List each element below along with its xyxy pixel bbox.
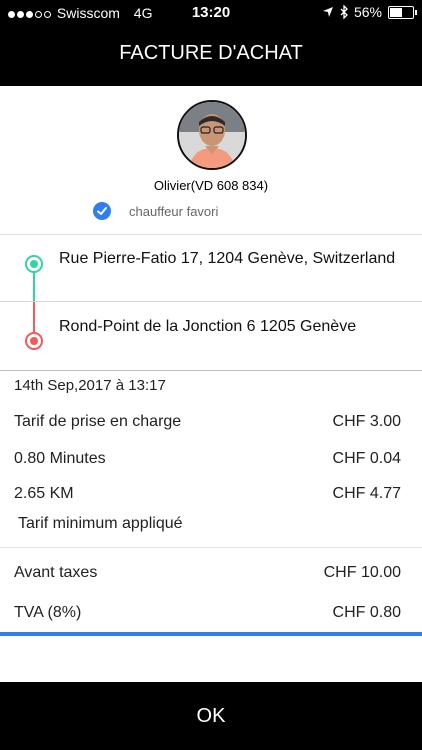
trip-datetime: 14th Sep,2017 à 13:17 xyxy=(14,377,166,394)
pickup-marker-icon xyxy=(25,255,43,273)
ok-label: OK xyxy=(196,704,226,727)
check-circle-icon[interactable] xyxy=(93,202,111,220)
favorite-driver[interactable]: chauffeur favori xyxy=(93,202,218,220)
avatar xyxy=(177,100,247,170)
battery-percent: 56% xyxy=(353,4,382,20)
fare-details: 14th Sep,2017 à 13:17 Tarif de prise en … xyxy=(0,370,422,631)
status-bar: Swisscom 4G 13:20 56% xyxy=(0,0,422,26)
fare-value: CHF 3.00 xyxy=(332,413,401,430)
before-tax-value: CHF 10.00 xyxy=(323,564,401,581)
fare-label: 2.65 KM xyxy=(14,485,74,502)
fare-row: Tarif de prise en charge CHF 3.00 xyxy=(14,413,401,431)
vat-value: CHF 0.80 xyxy=(332,604,401,621)
location-arrow-icon xyxy=(322,7,333,17)
route-line-pickup xyxy=(33,273,35,301)
battery-icon xyxy=(388,5,417,19)
page-title: FACTURE D'ACHAT xyxy=(119,42,303,64)
driver-photo xyxy=(179,102,245,168)
nav-bar: FACTURE D'ACHAT xyxy=(0,26,422,86)
pickup-address: Rue Pierre-Fatio 17, 1204 Genève, Switze… xyxy=(59,250,396,267)
fare-value: CHF 4.77 xyxy=(332,485,401,502)
minimum-fare-note: Tarif minimum appliqué xyxy=(18,515,183,532)
dropoff-marker-icon xyxy=(25,332,43,350)
route-section: Rue Pierre-Fatio 17, 1204 Genève, Switze… xyxy=(0,234,422,371)
ok-button[interactable]: OK xyxy=(0,682,422,750)
favorite-label: chauffeur favori xyxy=(129,203,219,219)
route-line-dropoff xyxy=(33,301,35,332)
bluetooth-icon xyxy=(340,5,348,19)
total-divider xyxy=(0,632,422,636)
before-tax-row: Avant taxes CHF 10.00 xyxy=(14,564,401,582)
vat-label: TVA (8%) xyxy=(14,604,82,621)
fare-row: 0.80 Minutes CHF 0.04 xyxy=(14,450,401,468)
fare-label: 0.80 Minutes xyxy=(14,450,106,467)
vat-row: TVA (8%) CHF 0.80 xyxy=(14,604,401,622)
fare-value: CHF 0.04 xyxy=(332,450,401,467)
dropoff-address: Rond-Point de la Jonction 6 1205 Genève xyxy=(59,318,357,335)
fare-label: Tarif de prise en charge xyxy=(14,413,182,430)
status-right: 56% xyxy=(322,4,417,20)
driver-profile: Olivier(VD 608 834) chauffeur favori xyxy=(0,86,422,234)
details-divider xyxy=(0,547,422,548)
fare-row: 2.65 KM CHF 4.77 xyxy=(14,485,401,503)
route-divider xyxy=(0,301,422,302)
driver-name: Olivier(VD 608 834) xyxy=(153,178,269,193)
before-tax-label: Avant taxes xyxy=(14,564,98,581)
